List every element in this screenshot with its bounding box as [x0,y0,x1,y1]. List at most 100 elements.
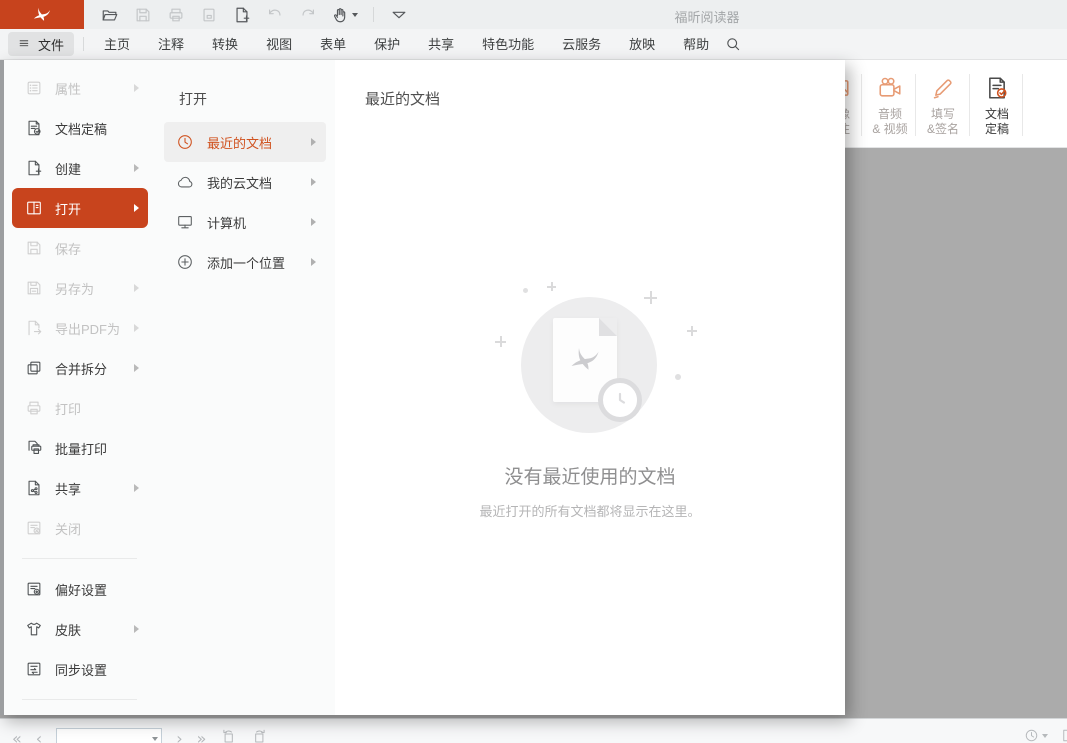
dropdown-caret-icon [1042,734,1048,738]
undo-button[interactable] [265,5,285,25]
doc-check-icon [25,119,43,137]
ribbon-item[interactable]: 填写&签名 [917,72,969,137]
tab-放映[interactable]: 放映 [615,30,669,59]
tab-转换[interactable]: 转换 [198,30,252,59]
first-page-button[interactable]: « [12,730,22,743]
file-menu-item-批量打印[interactable]: 批量打印 [12,428,148,468]
open-submenu-item-添加一个位置[interactable]: 添加一个位置 [164,242,326,282]
tab-主页[interactable]: 主页 [90,30,144,59]
tab-云服务[interactable]: 云服务 [548,30,615,59]
file-menu-item-打开[interactable]: 打开 [12,188,148,228]
export-button[interactable] [199,5,219,25]
file-menu-item-打印[interactable]: 打印 [12,388,148,428]
file-menu-button[interactable]: 文件 [8,32,74,56]
file-menu-item-label: 属性 [55,79,81,98]
open-submenu-item-计算机[interactable]: 计算机 [164,202,326,242]
file-menu-item-另存为[interactable]: 另存为 [12,268,148,308]
sparkle-plus [644,291,657,304]
page-number-input[interactable] [56,728,162,743]
open-submenu-item-最近的文档[interactable]: 最近的文档 [164,122,326,162]
file-menu-item-共享[interactable]: 共享 [12,468,148,508]
file-menu-item-创建[interactable]: 创建 [12,148,148,188]
rotate-left-button[interactable] [220,728,237,743]
submenu-arrow-icon [134,364,139,372]
submenu-arrow-icon [134,484,139,492]
doc-share-icon [25,479,43,497]
new-document-button[interactable] [232,5,252,25]
batch-print-icon [25,439,43,457]
file-menu-item-偏好设置[interactable]: 偏好设置 [12,569,148,609]
foxit-logo [0,0,84,29]
print-button[interactable] [166,5,186,25]
file-menu-item-label: 文档定稿 [55,119,107,138]
add-location-icon [176,253,194,271]
ribbon-item-label: 定稿 [971,122,1023,137]
ribbon-item[interactable]: 音频& 视频 [864,72,916,137]
hand-tool-button[interactable] [331,5,358,25]
file-menu-item-同步设置[interactable]: 同步设置 [12,649,148,689]
tab-共享[interactable]: 共享 [414,30,468,59]
recent-documents-panel: 最近的文档 没有最近使用的文档 最近打开的所有文档都将显示在这里。 [335,60,845,715]
open-file-button[interactable] [100,5,120,25]
ribbon-item[interactable]: 文档定稿 [971,72,1023,137]
submenu-arrow-icon [311,178,316,186]
rotate-left-icon [220,728,237,743]
file-menu-item-皮肤[interactable]: 皮肤 [12,609,148,649]
redo-button[interactable] [298,5,318,25]
submenu-arrow-icon [134,324,139,332]
floppy-icon [134,6,152,24]
file-menu-item-label: 打开 [55,199,81,218]
dropdown-caret-icon [352,13,358,17]
clock-icon [1024,728,1039,743]
page-number-combobox[interactable] [56,728,162,743]
tab-保护[interactable]: 保护 [360,30,414,59]
file-menu-item-导出PDF为[interactable]: 导出PDF为 [12,308,148,348]
redo-icon [299,6,317,24]
file-menu-item-合并拆分[interactable]: 合并拆分 [12,348,148,388]
empty-state-clock-icon [598,378,642,422]
search-button[interactable] [725,36,741,52]
tab-视图[interactable]: 视图 [252,30,306,59]
file-menu-list: 属性文档定稿创建打开保存另存为导出PDF为合并拆分打印批量打印共享关闭偏好设置皮… [4,60,155,715]
page-layout-button[interactable] [1060,728,1067,743]
doc-plus-icon [25,159,43,177]
file-menu-item-label: 共享 [55,479,81,498]
open-submenu-item-label: 最近的文档 [207,133,272,152]
last-page-button[interactable]: » [197,730,207,743]
quick-access-toolbar [100,5,409,25]
next-page-button[interactable]: › [176,730,182,743]
file-menu-item-文档定稿[interactable]: 文档定稿 [12,108,148,148]
ribbon-item-label: 填写 [917,107,969,122]
ribbon-group-separator [861,74,862,136]
tab-注释[interactable]: 注释 [144,30,198,59]
open-submenu-panel: 打开 最近的文档我的云文档计算机添加一个位置 [155,60,335,715]
prev-page-button[interactable]: ‹ [36,730,42,743]
open-submenu-item-label: 我的云文档 [207,173,272,192]
file-menu-item-label: 皮肤 [55,620,81,639]
file-menu-item-保存[interactable]: 保存 [12,228,148,268]
doc-settings-icon [25,580,43,598]
file-menu-label: 文件 [38,35,64,54]
file-menu-item-label: 打印 [55,399,81,418]
tab-帮助[interactable]: 帮助 [669,30,723,59]
ribbon-item-label: & 视频 [864,122,916,137]
clock-icon [176,133,194,151]
tab-表单[interactable]: 表单 [306,30,360,59]
hamburger-icon [18,37,32,51]
submenu-arrow-icon [134,164,139,172]
file-menu-item-属性[interactable]: 属性 [12,68,148,108]
save-button[interactable] [133,5,153,25]
tab-特色功能[interactable]: 特色功能 [468,30,548,59]
undo-icon [266,6,284,24]
empty-state-title: 没有最近使用的文档 [335,462,845,489]
doc-close-icon [25,519,43,537]
empty-state-subtitle: 最近打开的所有文档都将显示在这里。 [335,501,845,520]
ribbon-item-label: 音频 [864,107,916,122]
foxit-logo-icon [33,6,51,24]
reading-timer-button[interactable] [1024,728,1048,743]
customize-quick-access-button[interactable] [389,5,409,25]
ribbon-item-label: &签名 [917,122,969,137]
open-submenu-item-我的云文档[interactable]: 我的云文档 [164,162,326,202]
rotate-right-button[interactable] [251,728,268,743]
file-menu-item-关闭[interactable]: 关闭 [12,508,148,548]
